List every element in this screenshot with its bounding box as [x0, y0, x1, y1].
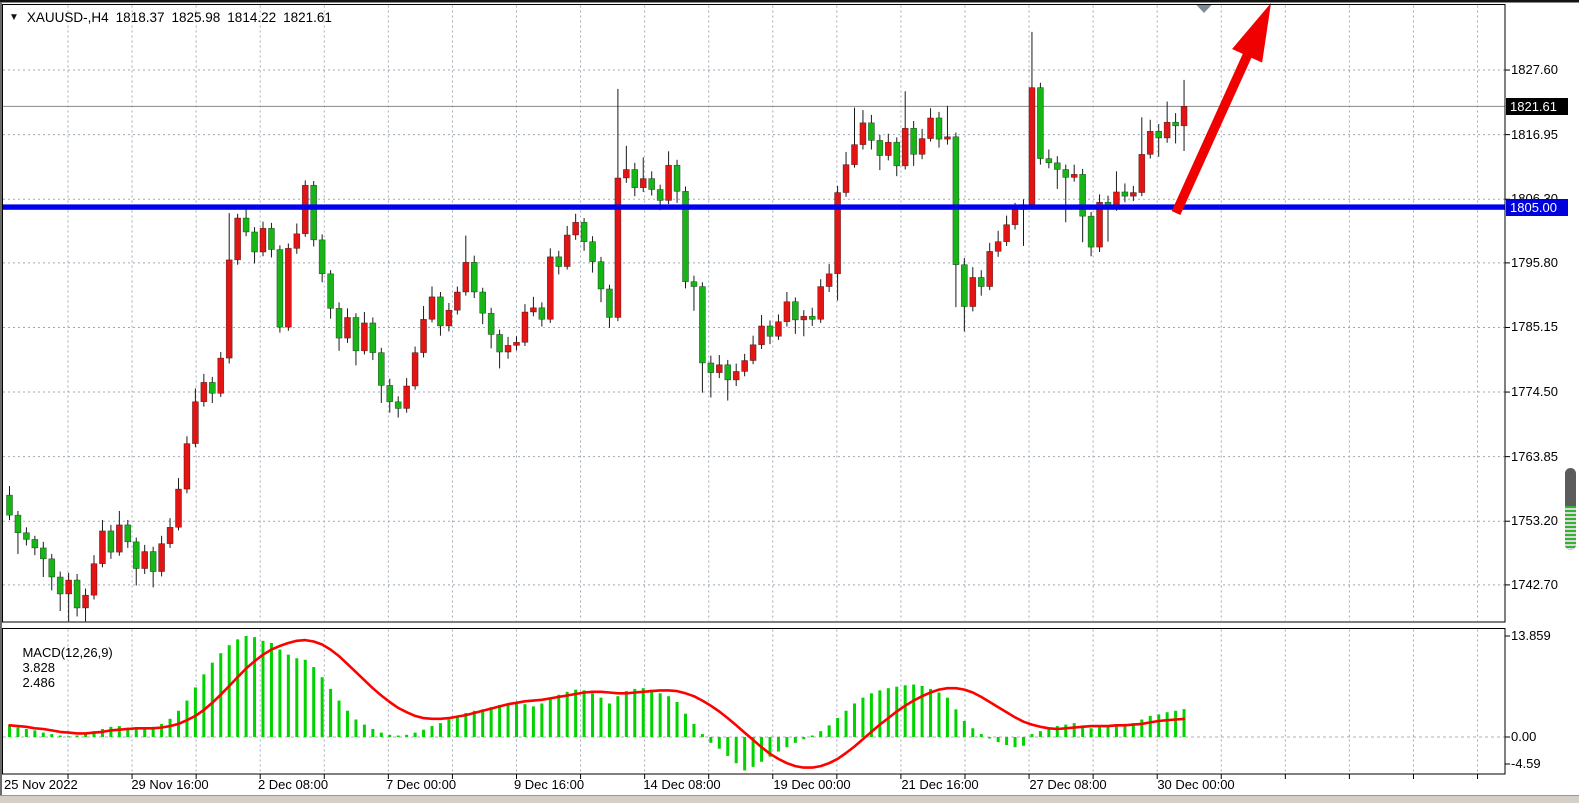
ohlc-high: 1825.98: [171, 10, 220, 25]
current-price-tag: 1821.61: [1506, 98, 1568, 115]
macd-axis-label: -4.59: [1511, 756, 1541, 772]
time-axis-label: 29 Nov 16:00: [131, 777, 208, 792]
ohlc-close: 1821.61: [283, 10, 332, 25]
symbol-period-label: XAUUSD-,H4: [27, 10, 109, 25]
macd-name: MACD(12,26,9): [22, 645, 112, 660]
price-axis-label: 1774.50: [1511, 384, 1558, 400]
time-axis-label: 19 Dec 00:00: [773, 777, 850, 792]
bar-marker-triangle-icon[interactable]: [1196, 4, 1213, 13]
price-axis-label: 1816.95: [1511, 127, 1558, 143]
scrollbar-thumb[interactable]: [1565, 468, 1576, 550]
price-axis-label: 1827.60: [1511, 62, 1558, 78]
chart-header: ▼ XAUUSD-,H4 1818.37 1825.98 1814.22 182…: [9, 8, 339, 26]
macd-axis-label: 13.859: [1511, 628, 1551, 644]
ohlc-open: 1818.37: [116, 10, 165, 25]
support-line[interactable]: [3, 204, 1505, 209]
time-axis-label: 27 Dec 08:00: [1029, 777, 1106, 792]
price-axis-label: 1763.85: [1511, 449, 1558, 465]
macd-indicator-label: MACD(12,26,9) 3.828 2.486: [8, 630, 118, 705]
trend-arrow-shaft[interactable]: [1176, 50, 1250, 213]
price-axis-label: 1785.15: [1511, 319, 1558, 335]
window-top-border: [0, 0, 1579, 3]
time-axis-label: 2 Dec 08:00: [258, 777, 328, 792]
trend-arrow-head[interactable]: [1232, 3, 1271, 63]
time-axis-label: 25 Nov 2022: [4, 777, 78, 792]
candles-layer: [7, 32, 1188, 621]
macd-value: 3.828: [22, 660, 55, 675]
symbol-dropdown-icon[interactable]: ▼: [9, 12, 19, 23]
price-axis-label: 1753.20: [1511, 513, 1558, 529]
scrollbar-stripes: [1565, 506, 1576, 550]
annotation-layer: [3, 3, 1505, 213]
price-axis-label: 1742.70: [1511, 577, 1558, 593]
macd-axis-label: 0.00: [1511, 729, 1536, 745]
macd-layer: [8, 636, 1186, 770]
support-line-price-tag: 1805.00: [1506, 199, 1568, 216]
window-left-border: [0, 2, 2, 795]
time-axis-label: 21 Dec 16:00: [901, 777, 978, 792]
mt4-chart-window: ▼ XAUUSD-,H4 1818.37 1825.98 1814.22 182…: [0, 0, 1579, 803]
ohlc-low: 1814.22: [227, 10, 276, 25]
time-axis-label: 14 Dec 08:00: [643, 777, 720, 792]
time-axis-label: 9 Dec 16:00: [514, 777, 584, 792]
time-axis-label: 30 Dec 00:00: [1157, 777, 1234, 792]
chart-canvas[interactable]: [0, 0, 1579, 803]
window-bottom-edge: [0, 795, 1579, 803]
time-axis-label: 7 Dec 00:00: [386, 777, 456, 792]
macd-signal-value: 2.486: [22, 675, 55, 690]
price-axis-label: 1795.80: [1511, 255, 1558, 271]
